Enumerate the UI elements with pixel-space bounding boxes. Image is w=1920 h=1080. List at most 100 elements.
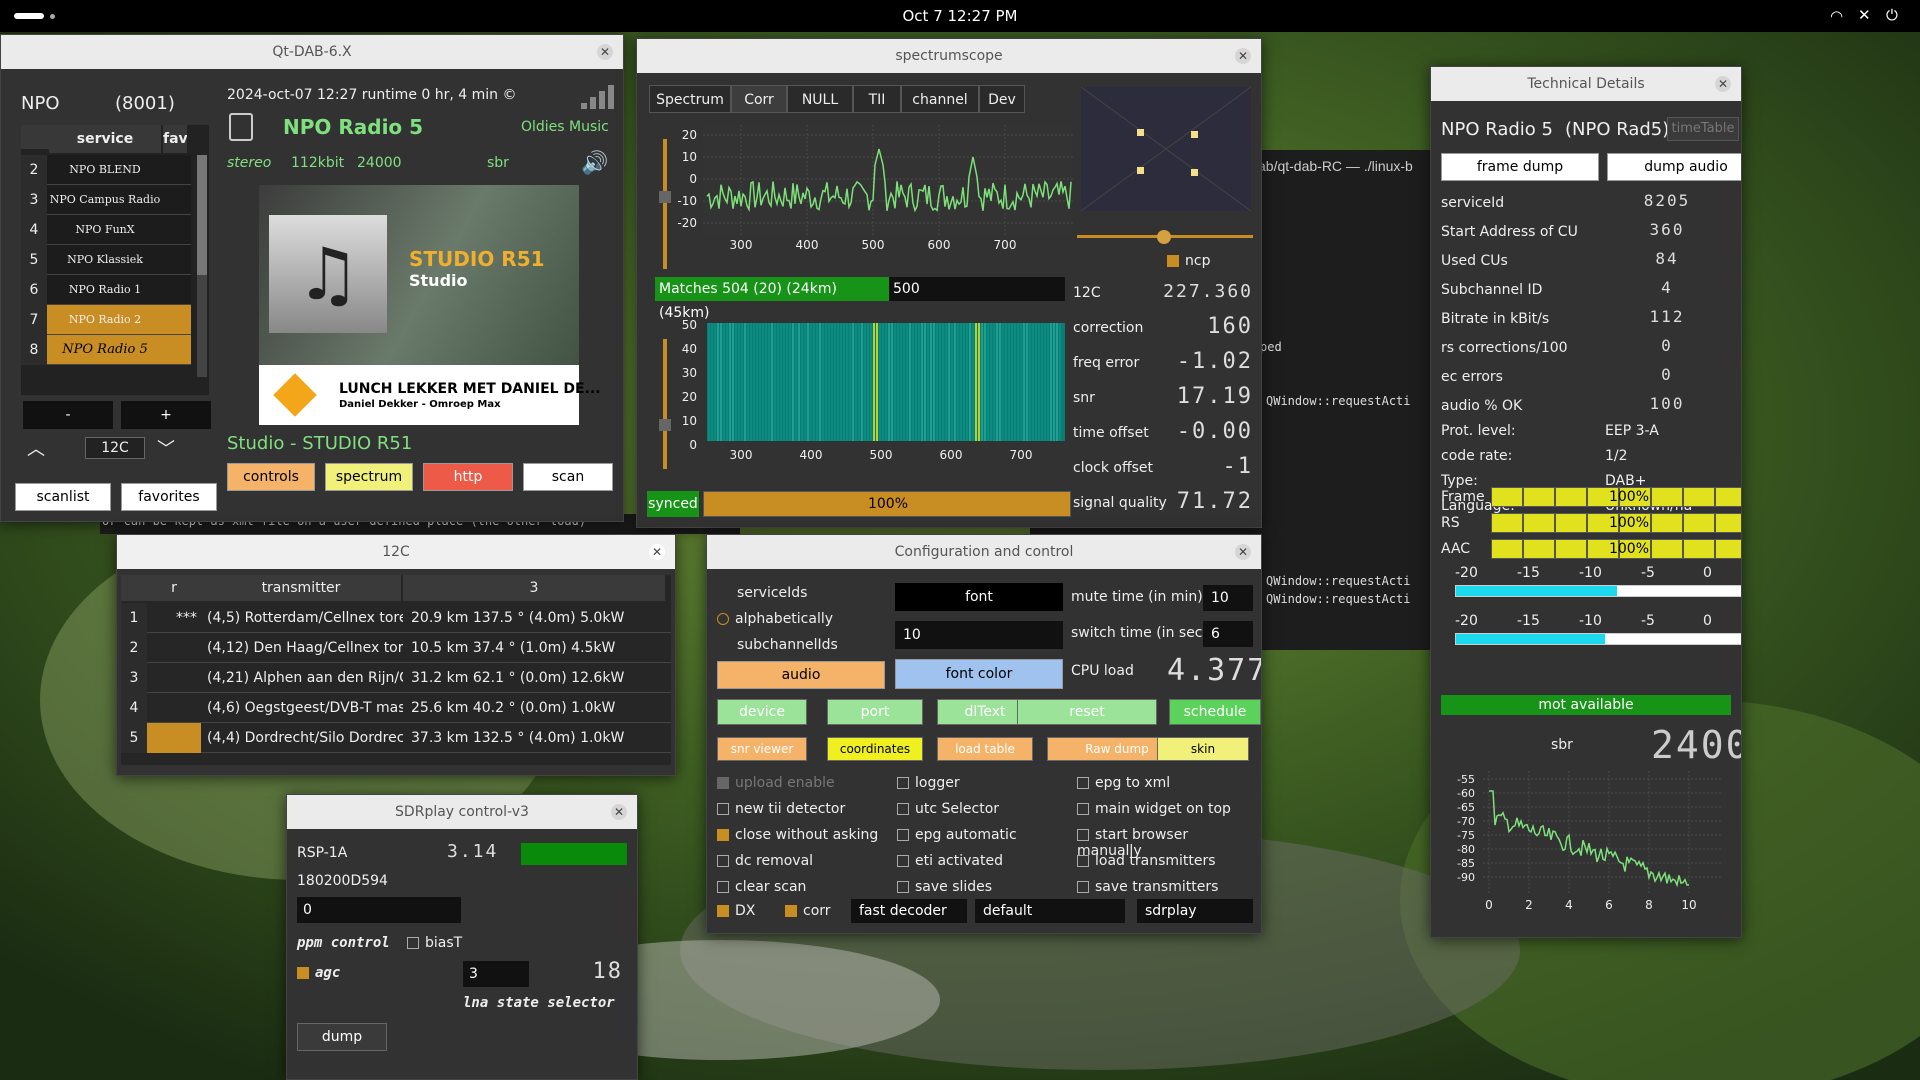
calculator-icon[interactable]	[229, 113, 253, 141]
device-select[interactable]: sdrplay	[1137, 899, 1253, 923]
close-icon[interactable]: ✕	[1235, 48, 1251, 64]
checkbox[interactable]	[1077, 803, 1089, 815]
checkbox[interactable]	[717, 803, 729, 815]
font-color-button[interactable]: font color	[895, 659, 1063, 689]
checkbox[interactable]	[1077, 777, 1089, 789]
checkbox[interactable]	[1077, 881, 1089, 893]
matches-input[interactable]: 500	[889, 277, 1065, 301]
table-row[interactable]: 1 *** (4,5) Rotterdam/Cellnex toren 20.9 km…	[121, 603, 671, 633]
dump-audio-button[interactable]: dump audio	[1607, 153, 1741, 181]
volume-muted-icon[interactable]: ✕	[1858, 6, 1871, 24]
tab-spectrum[interactable]: Spectrum	[649, 85, 731, 113]
list-item[interactable]: 8 NPO Radio 5	[21, 335, 191, 365]
checkbox-item[interactable]: new tii detector	[717, 801, 845, 817]
list-item[interactable]: 4 NPO FunX	[21, 215, 191, 245]
tab-corr[interactable]: Corr	[731, 85, 787, 113]
favorites-button[interactable]: favorites	[121, 483, 217, 511]
checkbox[interactable]	[717, 881, 729, 893]
scanlist-button[interactable]: scanlist	[15, 483, 111, 511]
ncp-checkbox[interactable]	[1167, 255, 1179, 267]
default-select[interactable]: default	[975, 899, 1125, 923]
checkbox[interactable]	[897, 855, 909, 867]
activities-indicator[interactable]	[14, 13, 44, 19]
tab-dev[interactable]: Dev	[979, 85, 1025, 113]
mute-time-spinbox[interactable]: 10	[1203, 585, 1253, 611]
speaker-icon[interactable]: 🔊	[581, 151, 608, 176]
tab-null[interactable]: NULL	[787, 85, 853, 113]
column-header-fav[interactable]: fav	[163, 125, 187, 153]
column-header-transmitter[interactable]: transmitter	[201, 575, 401, 601]
checkbox[interactable]	[717, 829, 729, 841]
biast-checkbox[interactable]	[407, 937, 419, 949]
checkbox[interactable]	[897, 777, 909, 789]
tab-tii[interactable]: TII	[853, 85, 901, 113]
http-button[interactable]: http	[423, 463, 513, 491]
checkbox-item[interactable]: upload enable	[717, 775, 835, 791]
close-icon[interactable]: ✕	[649, 544, 665, 560]
font-button[interactable]: font	[895, 583, 1063, 611]
checkbox-item[interactable]: dc removal	[717, 853, 813, 869]
checkbox-item[interactable]: load transmitters	[1077, 853, 1216, 869]
list-item[interactable]: 6 NPO Radio 1	[21, 275, 191, 305]
table-row[interactable]: 5 (4,4) Dordrecht/Silo Dordrecht 37.3 km 1…	[121, 723, 671, 753]
checkbox-item[interactable]: main widget on top	[1077, 801, 1231, 817]
channel-selector[interactable]: 12C	[85, 437, 145, 459]
radio-subchannelids[interactable]: subchannelIds	[737, 637, 838, 653]
checkbox-item[interactable]: utc Selector	[897, 801, 999, 817]
checkbox-item[interactable]: close without asking	[717, 827, 878, 843]
snr-viewer-button[interactable]: snr viewer	[717, 737, 807, 761]
list-item[interactable]: 2 NPO BLEND	[21, 155, 191, 185]
close-icon[interactable]: ✕	[611, 804, 627, 820]
column-header-service[interactable]: service	[49, 125, 161, 153]
sample-rate-input[interactable]: 10	[895, 621, 1063, 649]
table-row[interactable]: 3 (4,21) Alphen aan den Rijn/Cellne... 31.…	[121, 663, 671, 693]
checkbox-item[interactable]: epg automatic	[897, 827, 1017, 843]
timetable-button[interactable]: timeTable	[1667, 117, 1739, 141]
lna-spinbox[interactable]: 3	[463, 961, 529, 987]
checkbox[interactable]	[717, 855, 729, 867]
checkbox-item[interactable]: logger	[897, 775, 960, 791]
schedule-button[interactable]: schedule	[1169, 699, 1261, 725]
scrollbar[interactable]	[197, 155, 207, 377]
checkbox-item[interactable]: eti activated	[897, 853, 1003, 869]
close-icon[interactable]: ✕	[597, 44, 613, 60]
checkbox[interactable]	[1077, 829, 1089, 841]
column-header-r[interactable]: r	[147, 575, 201, 601]
device-button[interactable]: device	[717, 699, 807, 725]
corr-checkbox[interactable]	[785, 905, 797, 917]
channel-up-icon[interactable]: ︿	[27, 435, 45, 461]
decoder-select[interactable]: fast decoder	[851, 899, 967, 923]
checkbox[interactable]	[897, 803, 909, 815]
checkbox[interactable]	[897, 829, 909, 841]
coordinates-button[interactable]: coordinates	[827, 737, 923, 761]
constellation-slider[interactable]	[1077, 230, 1253, 244]
checkbox-item[interactable]: clear scan	[717, 879, 806, 895]
column-header-3[interactable]: 3	[403, 575, 665, 601]
agc-checkbox[interactable]	[297, 967, 309, 979]
dx-checkbox[interactable]	[717, 905, 729, 917]
controls-button[interactable]: controls	[227, 463, 315, 491]
checkbox[interactable]	[717, 777, 729, 789]
table-row[interactable]: 2 (4,12) Den Haag/Cellnex toren 10.5 km 37…	[121, 633, 671, 663]
close-icon[interactable]: ✕	[1235, 544, 1251, 560]
checkbox-item[interactable]: save slides	[897, 879, 992, 895]
list-item[interactable]: 3 NPO Campus Radio	[21, 185, 191, 215]
checkbox[interactable]	[897, 881, 909, 893]
clock[interactable]: Oct 7 12:27 PM	[880, 7, 1040, 25]
radio-alphabetically[interactable]: alphabetically	[717, 611, 833, 627]
checkbox-item[interactable]: save transmitters	[1077, 879, 1218, 895]
channel-down-icon[interactable]: ﹀	[157, 435, 175, 461]
checkbox[interactable]	[1077, 855, 1089, 867]
power-icon[interactable]: ⏻	[1886, 6, 1898, 24]
reset-button[interactable]: reset	[1017, 699, 1157, 725]
skin-button[interactable]: skin	[1157, 737, 1249, 761]
waterfall-slider[interactable]	[659, 339, 671, 469]
next-service-button[interactable]: +	[121, 401, 211, 429]
spectrum-button[interactable]: spectrum	[325, 463, 413, 491]
table-row[interactable]: 4 (4,6) Oegstgeest/DVB-T mast 25.6 km 40.2…	[121, 693, 671, 723]
gain-slider[interactable]	[659, 139, 671, 269]
close-icon[interactable]: ✕	[1715, 76, 1731, 92]
tab-channel[interactable]: channel	[901, 85, 979, 113]
scan-button[interactable]: scan	[523, 463, 613, 491]
audio-button[interactable]: audio	[717, 661, 885, 689]
